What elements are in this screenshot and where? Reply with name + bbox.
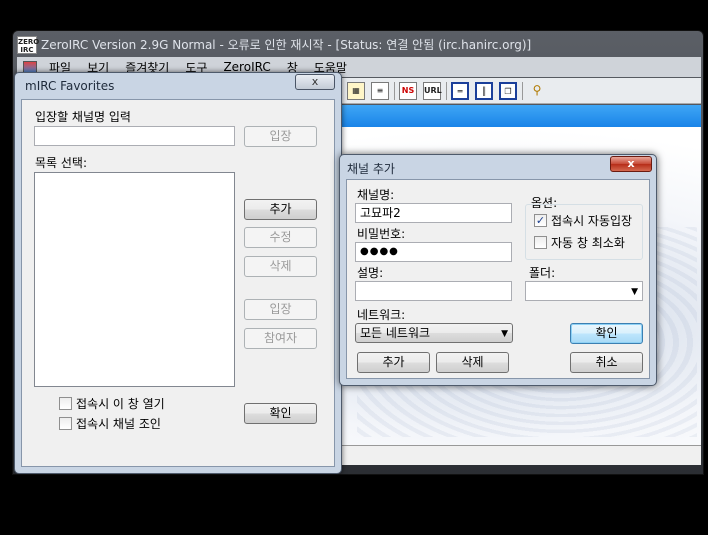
add-channel-dialog: 채널 추가 x 채널명: 고묘파2 비밀번호: ●●●● 설명: 옵션: ✓ 접… [339, 154, 657, 386]
auto-minimize-label: 자동 창 최소화 [551, 236, 625, 250]
network-select-value: 모든 네트워크 [360, 326, 431, 340]
chevron-down-icon: ▼ [501, 329, 508, 339]
notes-icon[interactable]: ≡ [371, 82, 389, 100]
channel-list-icon[interactable]: ▦ [347, 82, 365, 100]
delete-button[interactable]: 삭제 [436, 352, 509, 373]
description-label: 설명: [357, 266, 384, 280]
window-title: ZeroIRC Version 2.9G Normal - 오류로 인한 재시작… [41, 38, 532, 52]
zeroirc-logo-icon: ZERO IRC [17, 36, 40, 54]
auto-join-label: 접속시 자동입장 [551, 214, 633, 228]
network-label: 네트워크: [357, 308, 406, 322]
description-input[interactable] [355, 281, 512, 301]
checkbox-box[interactable] [59, 397, 72, 410]
join-top-button[interactable]: 입장 [244, 126, 317, 147]
notify-icon[interactable]: NS [399, 82, 417, 100]
delete-button[interactable]: 삭제 [244, 256, 317, 277]
members-button[interactable]: 참여자 [244, 328, 317, 349]
open-on-connect-checkbox[interactable]: 접속시 이 창 열기 [59, 395, 165, 412]
toolbar-separator [446, 82, 447, 100]
folder-select[interactable]: ▼ [525, 281, 643, 301]
add-channel-close-button[interactable]: x [610, 156, 652, 172]
channel-input[interactable] [34, 126, 235, 146]
password-input[interactable]: ●●●● [355, 242, 512, 262]
tile-vertical-icon[interactable]: ║ [475, 82, 493, 100]
idle-icon[interactable]: ⚲ [528, 82, 546, 100]
ok-button[interactable]: 확인 [244, 403, 317, 424]
join-on-connect-checkbox[interactable]: 접속시 채널 조인 [59, 415, 161, 432]
cancel-button[interactable]: 취소 [570, 352, 643, 373]
favorites-listbox[interactable] [34, 172, 235, 387]
channel-name-label: 채널명: [357, 188, 395, 202]
auto-minimize-checkbox[interactable]: 자동 창 최소화 [534, 234, 625, 251]
chevron-down-icon: ▼ [631, 287, 638, 297]
checkbox-box[interactable] [59, 417, 72, 430]
add-channel-dialog-body: 채널명: 고묘파2 비밀번호: ●●●● 설명: 옵션: ✓ 접속시 자동입장 … [346, 179, 650, 379]
add-button[interactable]: 추가 [244, 199, 317, 220]
main-title-bar[interactable]: ZERO IRC ZeroIRC Version 2.9G Normal - 오… [17, 34, 531, 56]
favorites-dialog: mIRC Favorites x 입장할 채널명 입력 입장 목록 선택: 추가… [14, 72, 342, 474]
channel-input-label: 입장할 채널명 입력 [35, 110, 131, 124]
join-button[interactable]: 입장 [244, 299, 317, 320]
cascade-icon[interactable]: ❐ [499, 82, 517, 100]
folder-label: 폴더: [529, 266, 556, 280]
url-icon[interactable]: URL [423, 82, 442, 100]
tile-horizontal-icon[interactable]: ═ [451, 82, 469, 100]
edit-button[interactable]: 수정 [244, 227, 317, 248]
toolbar-separator [522, 82, 523, 100]
add-button[interactable]: 추가 [357, 352, 430, 373]
open-on-connect-label: 접속시 이 창 열기 [76, 397, 165, 411]
favorites-dialog-body: 입장할 채널명 입력 입장 목록 선택: 추가 수정 삭제 입장 참여자 접속시… [21, 99, 335, 467]
join-on-connect-label: 접속시 채널 조인 [76, 417, 161, 431]
checkbox-box[interactable] [534, 236, 547, 249]
checkbox-box[interactable]: ✓ [534, 214, 547, 227]
add-channel-dialog-title: 채널 추가 [347, 162, 395, 176]
favorites-dialog-title: mIRC Favorites [25, 79, 115, 93]
password-label: 비밀번호: [357, 227, 406, 241]
list-label: 목록 선택: [35, 156, 88, 170]
channel-name-input[interactable]: 고묘파2 [355, 203, 512, 223]
ok-button[interactable]: 확인 [570, 323, 643, 344]
toolbar-separator [394, 82, 395, 100]
auto-join-checkbox[interactable]: ✓ 접속시 자동입장 [534, 212, 632, 229]
network-select[interactable]: 모든 네트워크 ▼ [355, 323, 513, 343]
favorites-close-button[interactable]: x [295, 74, 335, 90]
